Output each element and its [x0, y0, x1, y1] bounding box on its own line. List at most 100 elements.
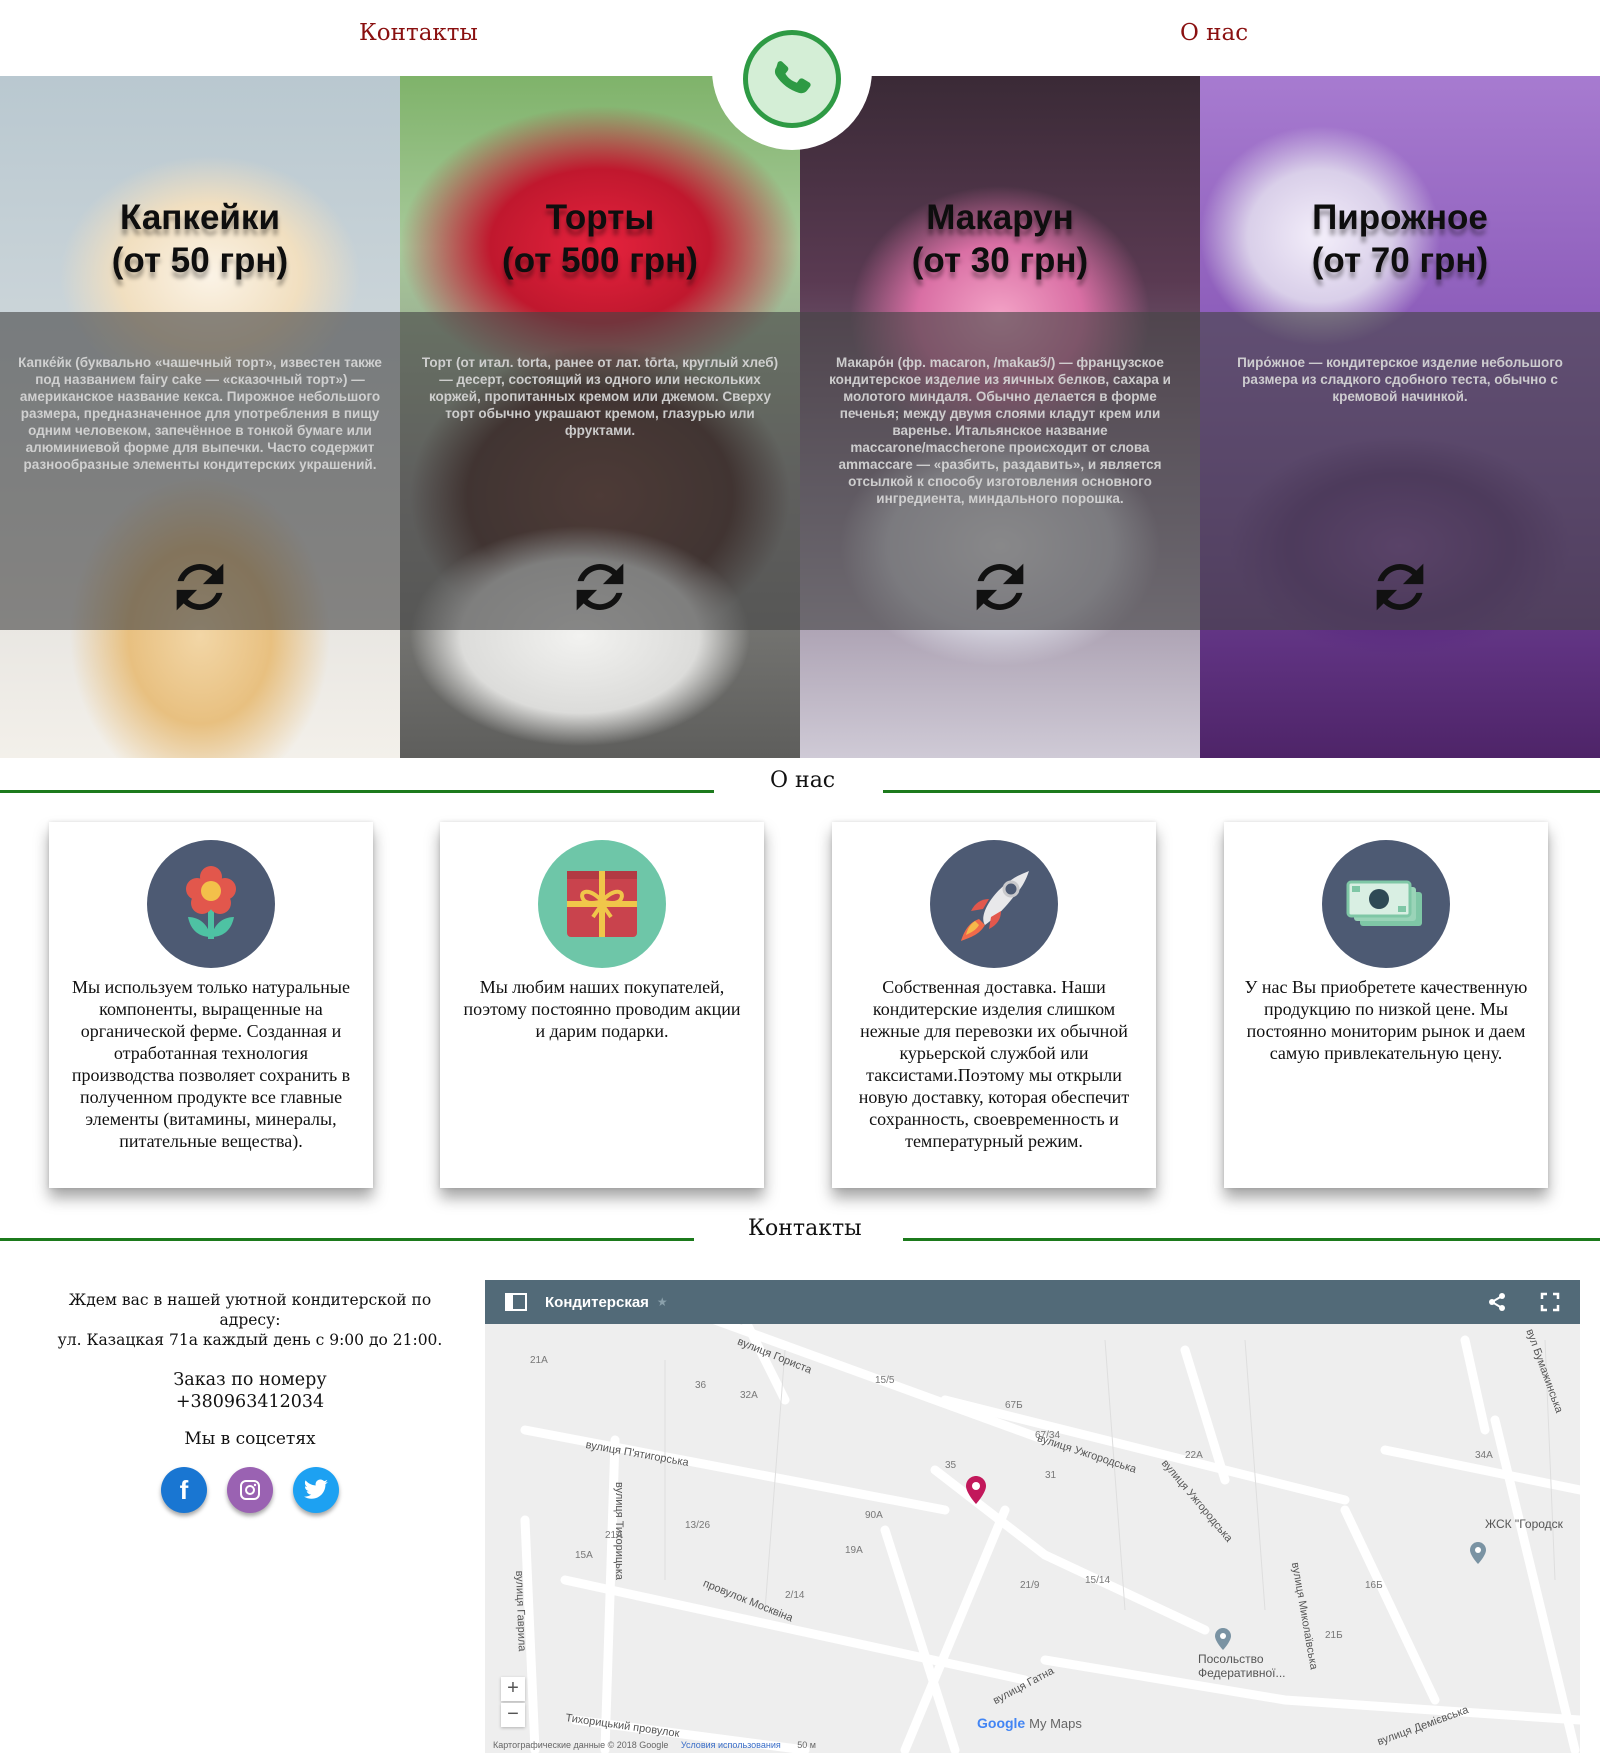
house-number: 67Б — [1005, 1400, 1023, 1411]
refresh-icon[interactable] — [165, 552, 235, 622]
address-line-1: Ждем вас в нашей уютной кондитерской по … — [68, 1291, 432, 1329]
instagram-icon[interactable] — [227, 1467, 273, 1513]
map-title: Кондитерская — [545, 1293, 649, 1311]
money-icon — [1346, 880, 1422, 926]
gift-icon — [567, 871, 637, 937]
terms-link[interactable]: Условия использования — [681, 1740, 781, 1750]
product-card-macarons[interactable]: Макарун (от 30 грн) Макаро́н (фр. macaro… — [800, 76, 1200, 758]
house-number: 22A — [1185, 1450, 1203, 1461]
map-footer: Картографические данные © 2018 Google Ус… — [485, 1737, 1580, 1753]
house-number: 13/26 — [685, 1520, 711, 1531]
product-description: Пиро́жное — кондитерское изделие небольш… — [1237, 355, 1563, 404]
product-grid: Капкейки (от 50 грн) Капке́йк (буквально… — [0, 76, 1600, 758]
feature-icon-circle — [147, 840, 275, 968]
map-scale: 50 м — [797, 1740, 816, 1750]
map-attribution: Картографические данные © 2018 Google — [493, 1740, 669, 1750]
house-number: 32A — [740, 1390, 758, 1401]
product-card-cakes[interactable]: Торты (от 500 грн) Торт (от итал. torta,… — [400, 76, 800, 758]
flower-icon — [186, 866, 236, 939]
feature-text: Мы используем только натуральные компоне… — [71, 977, 351, 1151]
feature-icon-circle — [1322, 840, 1450, 968]
section-title: О нас — [770, 768, 836, 793]
refresh-icon[interactable] — [965, 552, 1035, 622]
divider-line — [903, 1238, 1600, 1241]
divider-line — [0, 1238, 694, 1241]
refresh-icon[interactable] — [565, 552, 635, 622]
feature-text: У нас Вы приобретете качественную продук… — [1244, 977, 1528, 1063]
house-number: 15A — [575, 1550, 593, 1561]
order-phone: Заказ по номеру +380963412034 — [40, 1369, 460, 1413]
product-title: Торты (от 500 грн) — [502, 198, 698, 280]
feature-card-gifts: Мы любим наших покупателей, поэтому пост… — [440, 822, 764, 1188]
house-number: 15/14 — [1085, 1575, 1111, 1586]
house-number: 34A — [1475, 1450, 1493, 1461]
feature-text: Собственная доставка. Наши кондитерские … — [858, 977, 1130, 1151]
map-toolbar: Кондитерская ★ — [485, 1280, 1580, 1324]
bird-glyph — [304, 1479, 328, 1499]
product-title: Капкейки (от 50 грн) — [111, 198, 289, 280]
mymaps-wordmark: My Maps — [1029, 1716, 1082, 1731]
phone-button[interactable] — [743, 30, 841, 128]
feature-text: Мы любим наших покупателей, поэтому пост… — [463, 977, 741, 1041]
twitter-icon[interactable] — [293, 1467, 339, 1513]
divider-line — [0, 790, 714, 793]
address-text: Ждем вас в нашей уютной кондитерской по … — [40, 1290, 460, 1350]
social-links: f — [40, 1467, 460, 1513]
house-number: 21A — [530, 1355, 548, 1366]
feature-card-price: У нас Вы приобретете качественную продук… — [1224, 822, 1548, 1188]
camera-glyph — [240, 1480, 260, 1500]
house-number: 19A — [845, 1545, 863, 1556]
place-label-line: Посольство — [1198, 1652, 1264, 1666]
product-description: Капке́йк (буквально «чашечный торт», изв… — [18, 355, 382, 472]
house-number: 15/5 — [875, 1375, 895, 1386]
social-label: Мы в соцсетях — [184, 1429, 316, 1449]
map-pin-icon[interactable] — [966, 1476, 986, 1504]
section-title: Контакты — [748, 1216, 862, 1241]
product-title: Пирожное (от 70 грн) — [1311, 198, 1489, 280]
nav-link-about[interactable]: О нас — [1180, 20, 1248, 46]
facebook-icon[interactable]: f — [161, 1467, 207, 1513]
rocket-icon — [961, 871, 1029, 941]
feature-icon-circle — [538, 840, 666, 968]
product-title: Макарун (от 30 грн) — [911, 198, 1089, 280]
embassy-marker-icon[interactable] — [1215, 1628, 1231, 1650]
product-card-cupcakes[interactable]: Капкейки (от 50 грн) Капке́йк (буквально… — [0, 76, 400, 758]
order-label: Заказ по номеру — [173, 1370, 327, 1390]
refresh-icon[interactable] — [1365, 552, 1435, 622]
phone-number[interactable]: +380963412034 — [40, 1391, 460, 1413]
place-label-line: Федеративної... — [1198, 1666, 1286, 1680]
phone-icon — [774, 61, 811, 94]
place-marker-icon[interactable] — [1470, 1542, 1486, 1564]
house-number: 16Б — [1365, 1580, 1383, 1591]
house-number: 35 — [945, 1460, 957, 1471]
product-description: Макаро́н (фр. macaron, /makaʁɔ̃/) — фран… — [829, 355, 1171, 506]
google-logo: Google My Maps — [977, 1715, 1082, 1731]
share-icon[interactable] — [1488, 1292, 1506, 1312]
place-label[interactable]: Посольство Федеративної... — [1198, 1652, 1286, 1680]
house-number: 21Б — [1325, 1630, 1343, 1641]
product-card-pastries[interactable]: Пирожное (от 70 грн) Пиро́жное — кондите… — [1200, 76, 1600, 758]
house-number: 31 — [1045, 1470, 1057, 1481]
house-number: 36 — [695, 1380, 707, 1391]
place-label[interactable]: ЖСК "Городск — [1485, 1517, 1563, 1531]
feature-card-natural: Мы используем только натуральные компоне… — [49, 822, 373, 1188]
feature-icon-circle — [930, 840, 1058, 968]
zoom-in-button[interactable]: + — [501, 1677, 525, 1701]
divider-line — [883, 790, 1600, 793]
star-icon[interactable]: ★ — [657, 1295, 668, 1309]
section-header-contacts: Контакты — [0, 1212, 1600, 1252]
house-number: 21A — [605, 1530, 623, 1541]
embedded-map[interactable]: Кондитерская ★ вулиця Гориста вулиця П'я… — [485, 1280, 1580, 1753]
house-number: 67/34 — [1035, 1430, 1061, 1441]
product-description: Торт (от итал. torta, ранее от лат. tōrt… — [421, 355, 779, 438]
house-number: 90A — [865, 1510, 883, 1521]
section-header-about: О нас — [0, 764, 1600, 804]
house-number: 2/14 — [785, 1590, 805, 1601]
feature-card-delivery: Собственная доставка. Наши кондитерские … — [832, 822, 1156, 1188]
nav-link-contacts[interactable]: Контакты — [359, 20, 478, 46]
zoom-out-button[interactable]: − — [501, 1703, 525, 1727]
fullscreen-icon[interactable] — [1540, 1292, 1560, 1312]
contact-info: Ждем вас в нашей уютной кондитерской по … — [40, 1290, 460, 1513]
google-wordmark: Google — [977, 1715, 1026, 1731]
map-legend-icon[interactable] — [505, 1293, 527, 1311]
